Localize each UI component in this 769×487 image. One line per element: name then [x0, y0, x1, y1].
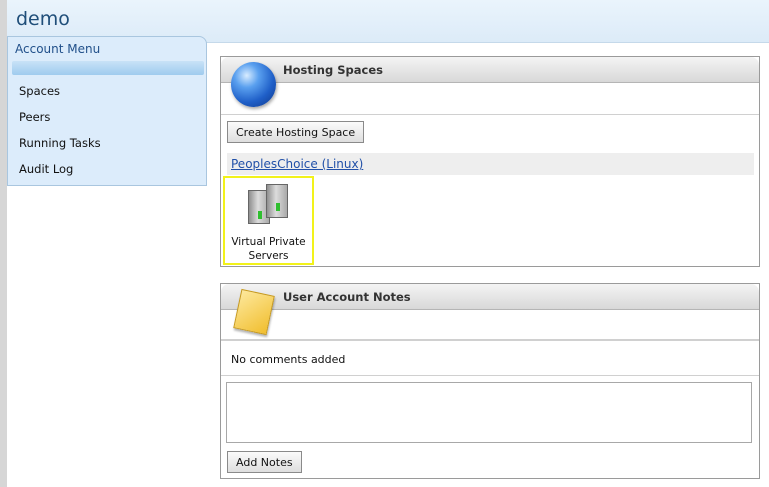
- user-notes-title: User Account Notes: [283, 290, 411, 304]
- globe-icon: [231, 62, 276, 107]
- no-comments-text: No comments added: [231, 353, 346, 366]
- create-hosting-space-button[interactable]: Create Hosting Space: [227, 121, 365, 143]
- menu-item-peers[interactable]: Peers: [19, 110, 101, 136]
- menu-item-spaces[interactable]: Spaces: [19, 84, 101, 110]
- user-notes-titlebar: User Account Notes: [221, 284, 759, 310]
- add-notes-button[interactable]: Add Notes: [227, 451, 302, 473]
- page-title: demo: [16, 8, 70, 30]
- vps-tile-label: Virtual Private Servers: [231, 236, 306, 262]
- hosting-spaces-icon-row: [221, 83, 759, 115]
- hosting-space-link[interactable]: PeoplesChoice (Linux): [231, 157, 363, 171]
- menu-item-audit-log[interactable]: Audit Log: [19, 162, 101, 188]
- user-account-notes-panel: User Account Notes No comments added Add…: [220, 283, 760, 479]
- hosting-spaces-panel: Hosting Spaces Create Hosting Space Peop…: [220, 56, 760, 267]
- hosting-spaces-title: Hosting Spaces: [283, 63, 383, 77]
- account-menu: Account Menu Spaces Peers Running Tasks …: [7, 36, 207, 186]
- menu-item-running-tasks[interactable]: Running Tasks: [19, 136, 101, 162]
- hosting-spaces-titlebar: Hosting Spaces: [221, 57, 759, 83]
- account-menu-title: Account Menu: [15, 42, 101, 56]
- account-menu-list: Spaces Peers Running Tasks Audit Log: [19, 84, 101, 188]
- account-menu-header-bar: [12, 61, 204, 75]
- comments-list: No comments added: [221, 340, 759, 376]
- hosting-space-row: PeoplesChoice (Linux): [227, 153, 754, 175]
- server-icon: [248, 184, 294, 226]
- vps-tile[interactable]: Virtual Private Servers: [223, 176, 314, 265]
- user-notes-icon-row: [221, 310, 759, 340]
- notes-textarea[interactable]: [226, 382, 752, 443]
- left-edge: [0, 0, 7, 487]
